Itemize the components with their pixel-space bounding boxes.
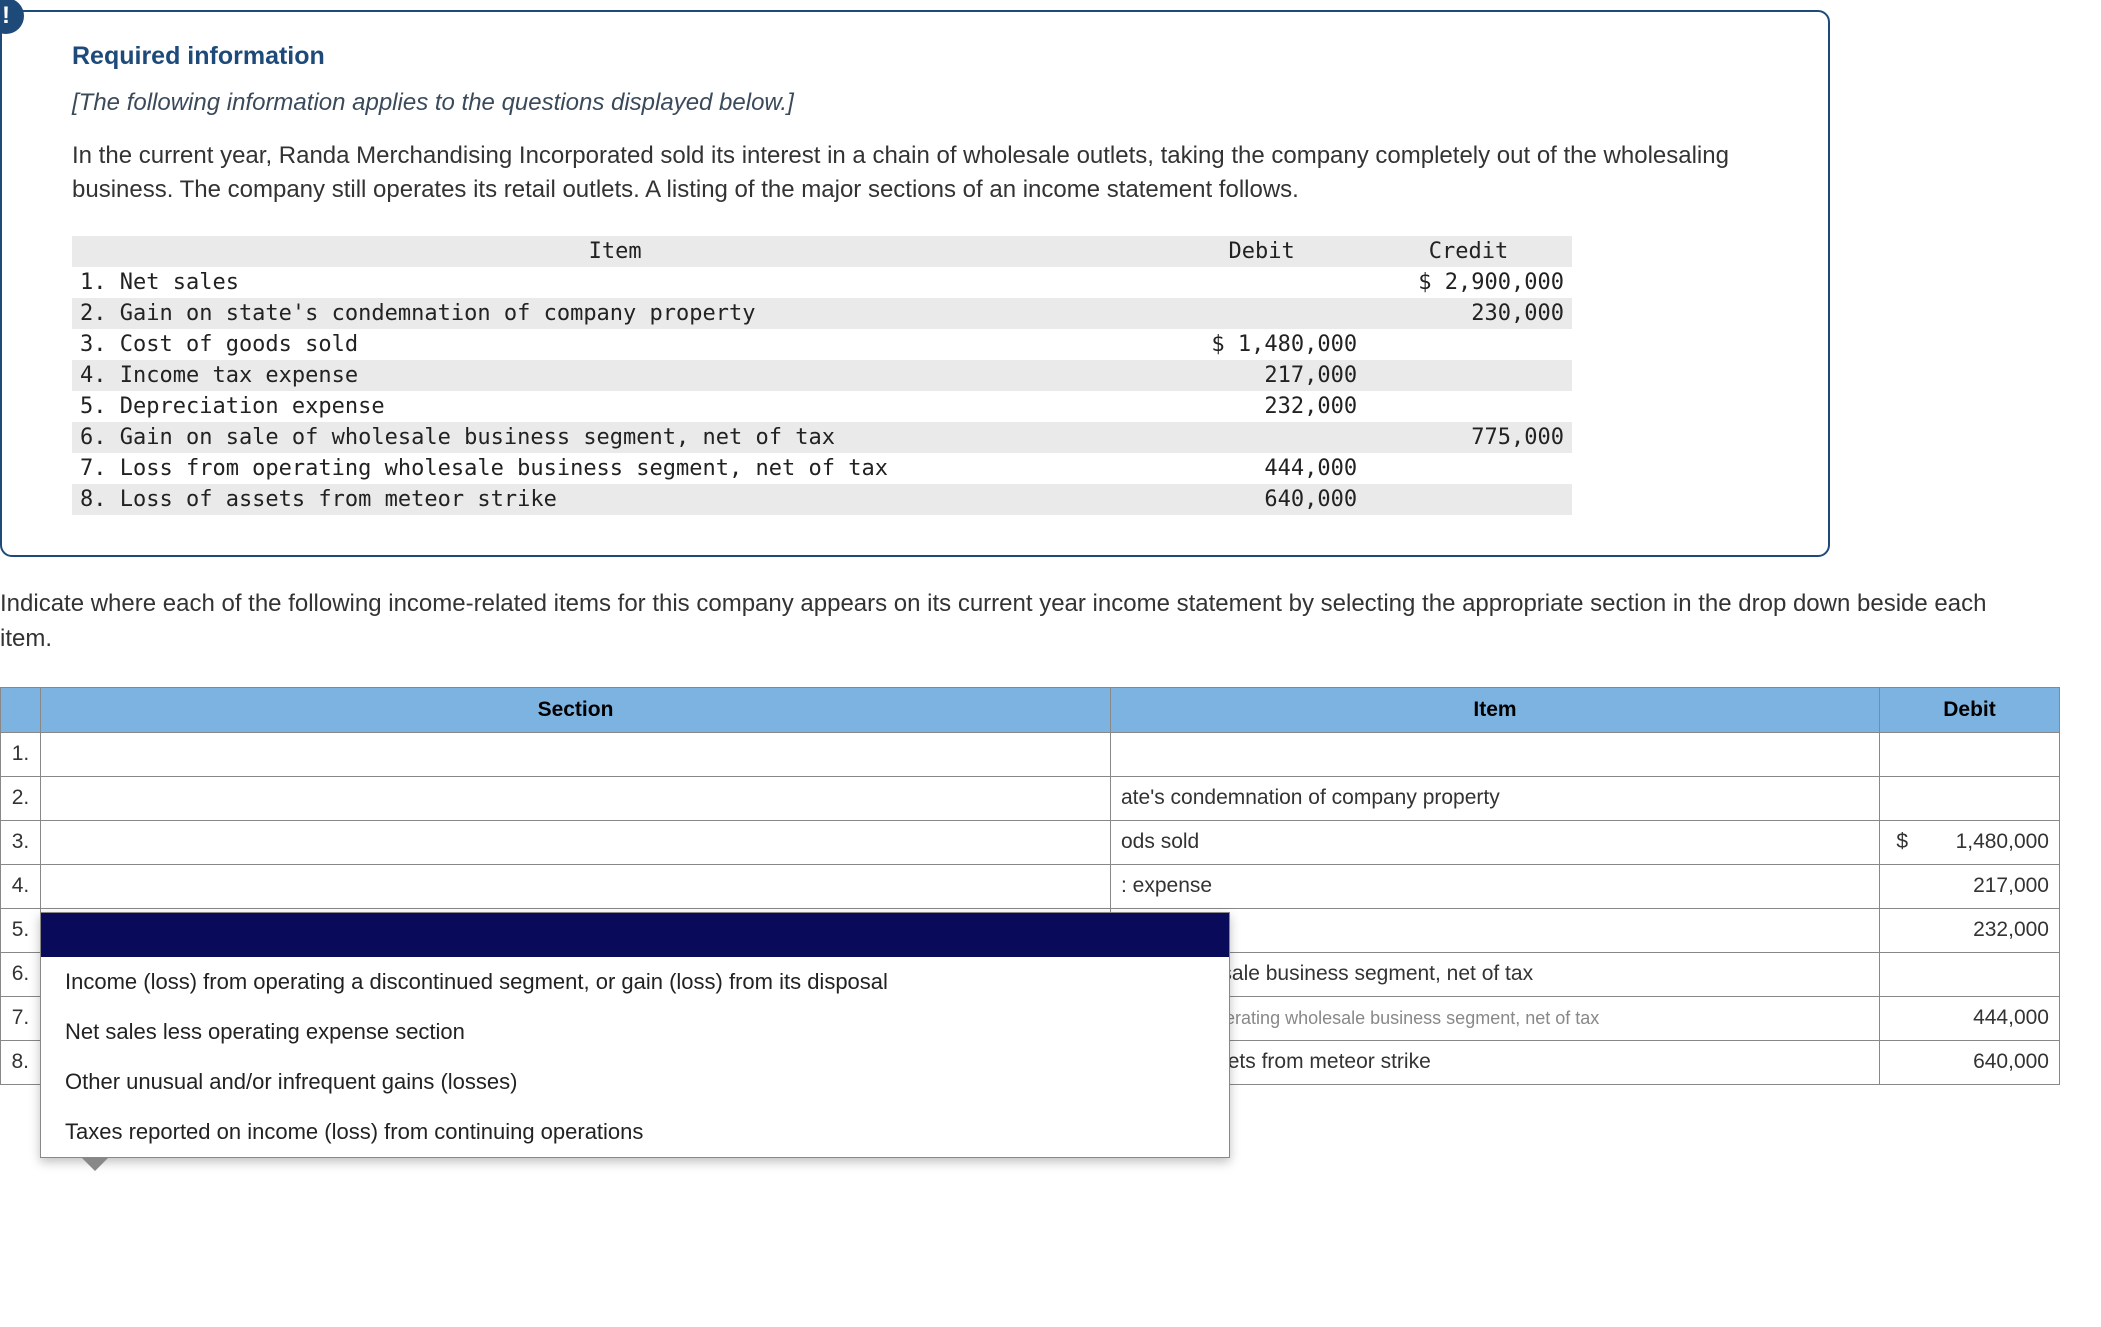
table-row: 4. Income tax expense217,000: [72, 360, 1572, 391]
credit-cell: [1365, 360, 1572, 391]
answer-debit-cell: 232,000: [1880, 908, 2060, 952]
row-number: 3.: [1, 820, 41, 864]
dropdown-option-1[interactable]: Income (loss) from operating a discontin…: [41, 957, 1229, 1007]
answer-row: 3. ods sold$1,480,000: [1, 820, 2060, 864]
answer-debit-cell: 444,000: [1880, 996, 2060, 1040]
required-title: Required information: [72, 42, 1778, 71]
row-number: 1.: [1, 732, 41, 776]
credit-cell: [1365, 484, 1572, 515]
dropdown-option-2[interactable]: Net sales less operating expense section: [41, 1007, 1229, 1057]
section-dropdown-popup[interactable]: Income (loss) from operating a discontin…: [40, 912, 1230, 1158]
required-subtitle: [The following information applies to th…: [72, 89, 1778, 117]
credit-cell: [1365, 391, 1572, 422]
answer-item-cell: [1111, 732, 1880, 776]
dropdown-option-4[interactable]: Taxes reported on income (loss) from con…: [41, 1107, 1229, 1157]
section-dropdown-1[interactable]: [41, 732, 1111, 776]
answer-item-cell: ate's condemnation of company property: [1111, 776, 1880, 820]
debit-cell: 444,000: [1158, 453, 1365, 484]
debit-cell: [1158, 267, 1365, 298]
table-row: 7. Loss from operating wholesale busines…: [72, 453, 1572, 484]
answer-debit-cell: [1880, 732, 2060, 776]
row-number: 5.: [1, 908, 41, 952]
debit-cell: 232,000: [1158, 391, 1365, 422]
answer-debit-cell: 217,000: [1880, 864, 2060, 908]
item-cell: 8. Loss of assets from meteor strike: [72, 484, 1158, 515]
col-debit: Debit: [1158, 236, 1365, 267]
credit-cell: [1365, 453, 1572, 484]
debit-cell: $ 1,480,000: [1158, 329, 1365, 360]
debit-cell: 640,000: [1158, 484, 1365, 515]
dropdown-option-blank[interactable]: [41, 913, 1229, 957]
answer-debit-cell: [1880, 776, 2060, 820]
section-dropdown-3[interactable]: [41, 820, 1111, 864]
dropdown-option-3[interactable]: Other unusual and/or infrequent gains (l…: [41, 1057, 1229, 1107]
item-cell: 5. Depreciation expense: [72, 391, 1158, 422]
row-number: 8.: [1, 1040, 41, 1084]
item-cell: 4. Income tax expense: [72, 360, 1158, 391]
required-info-box: ! Required information [The following in…: [0, 10, 1830, 557]
item-cell: 7. Loss from operating wholesale busines…: [72, 453, 1158, 484]
table-row: 8. Loss of assets from meteor strike640,…: [72, 484, 1572, 515]
row-number: 7.: [1, 996, 41, 1040]
debit-cell: 217,000: [1158, 360, 1365, 391]
row-number: 6.: [1, 952, 41, 996]
col-debit2: Debit: [1880, 687, 2060, 732]
row-number: 4.: [1, 864, 41, 908]
instruction-text: Indicate where each of the following inc…: [0, 587, 2000, 657]
required-body: In the current year, Randa Merchandising…: [72, 139, 1778, 206]
income-items-table: Item Debit Credit 1. Net sales $ 2,900,00…: [72, 236, 1572, 515]
answer-row: 4. : expense217,000: [1, 864, 2060, 908]
item-cell: 1. Net sales: [72, 267, 1158, 298]
answer-item-cell: ods sold: [1111, 820, 1880, 864]
col-item: Item: [72, 236, 1158, 267]
credit-cell: 775,000: [1365, 422, 1572, 453]
table-row: 6. Gain on sale of wholesale business se…: [72, 422, 1572, 453]
item-cell: 3. Cost of goods sold: [72, 329, 1158, 360]
section-dropdown-4[interactable]: [41, 864, 1111, 908]
table-row: 5. Depreciation expense232,000: [72, 391, 1572, 422]
answer-row: 2. ate's condemnation of company property: [1, 776, 2060, 820]
alert-icon: !: [0, 0, 24, 34]
credit-cell: $ 2,900,000: [1365, 267, 1572, 298]
answer-debit-cell: $1,480,000: [1880, 820, 2060, 864]
answer-debit-cell: [1880, 952, 2060, 996]
row-number: 2.: [1, 776, 41, 820]
debit-cell: [1158, 298, 1365, 329]
credit-cell: [1365, 329, 1572, 360]
col-credit: Credit: [1365, 236, 1572, 267]
table-row: 1. Net sales $ 2,900,000: [72, 267, 1572, 298]
section-dropdown-2[interactable]: [41, 776, 1111, 820]
credit-cell: 230,000: [1365, 298, 1572, 329]
table-row: 2. Gain on state's condemnation of compa…: [72, 298, 1572, 329]
col-rownum: [1, 687, 41, 732]
item-cell: 2. Gain on state's condemnation of compa…: [72, 298, 1158, 329]
item-cell: 6. Gain on sale of wholesale business se…: [72, 422, 1158, 453]
answer-debit-cell: 640,000: [1880, 1040, 2060, 1084]
debit-cell: [1158, 422, 1365, 453]
answer-row: 1.: [1, 732, 2060, 776]
col-section: Section: [41, 687, 1111, 732]
answer-item-cell: : expense: [1111, 864, 1880, 908]
col-item2: Item: [1111, 687, 1880, 732]
table-row: 3. Cost of goods sold$ 1,480,000: [72, 329, 1572, 360]
